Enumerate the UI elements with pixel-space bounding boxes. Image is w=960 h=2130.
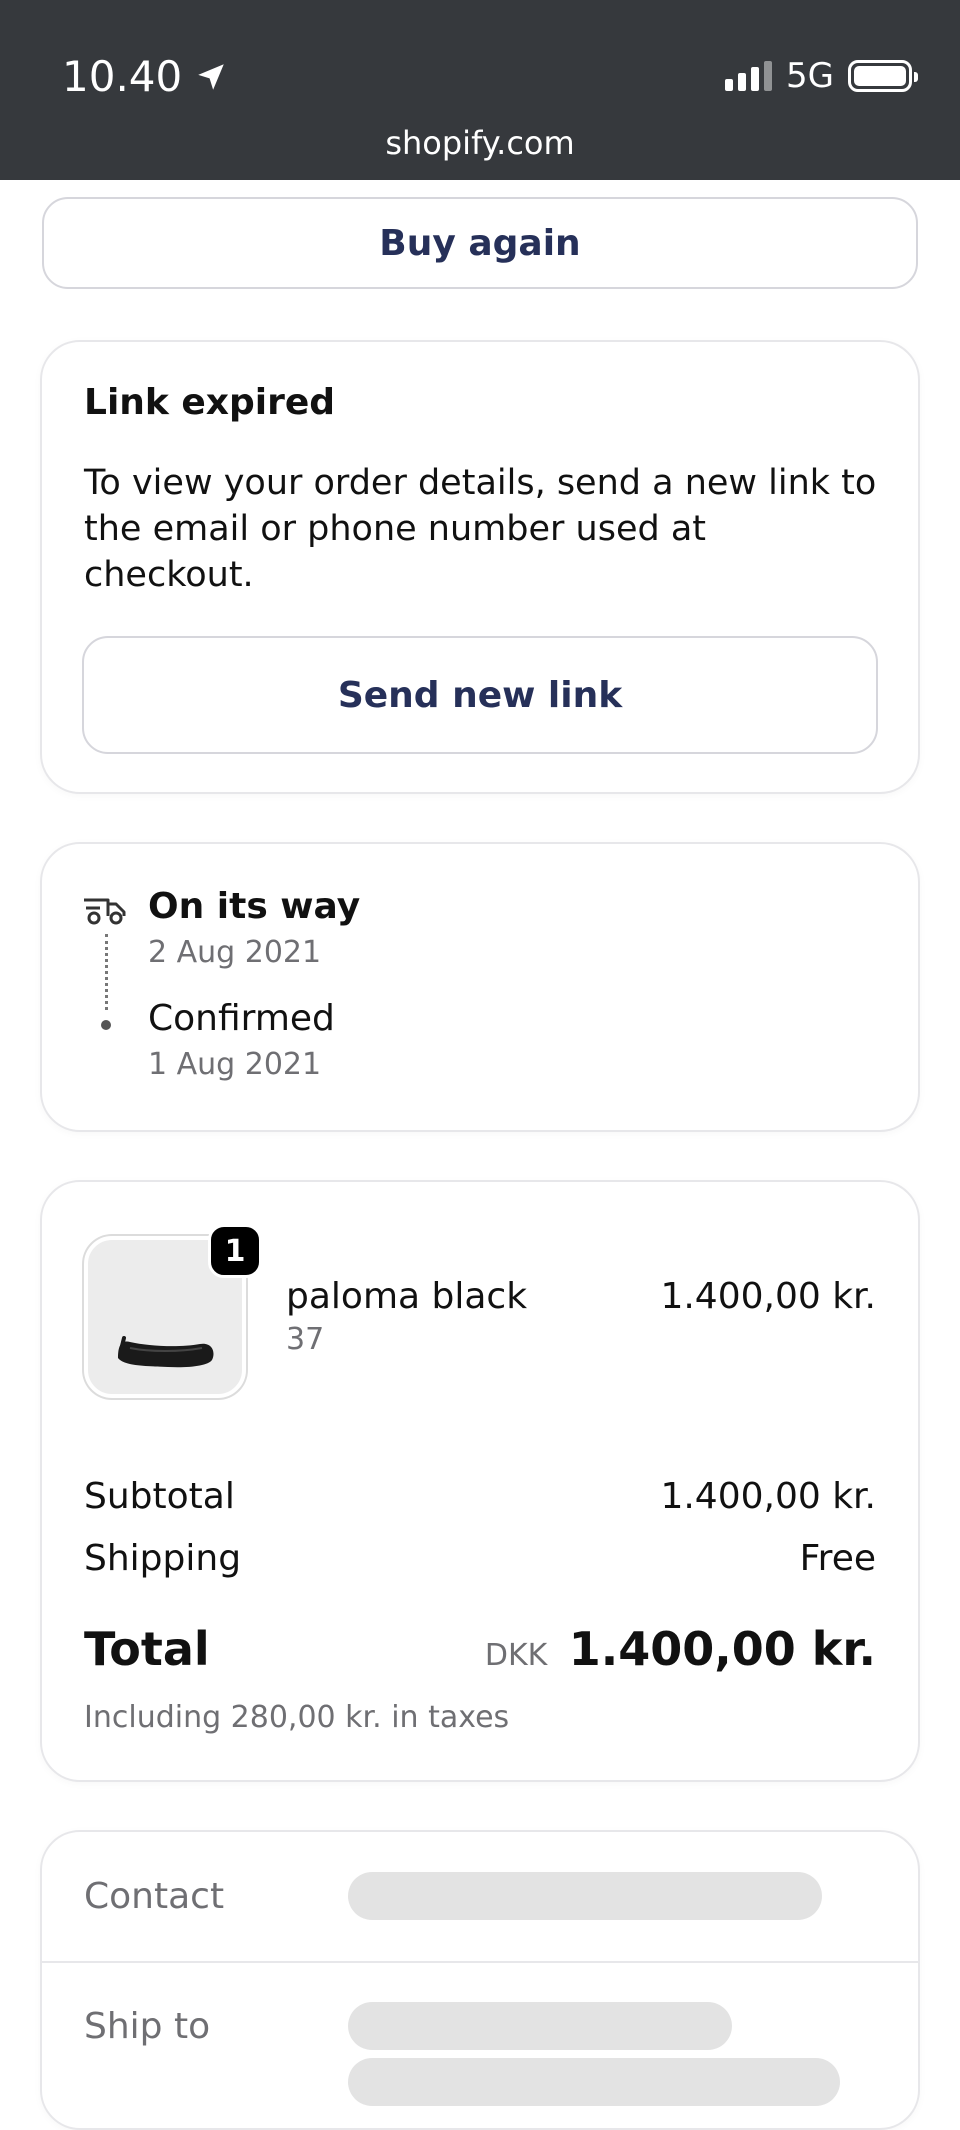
contact-placeholder — [348, 1872, 822, 1920]
tracking-step-on-its-way: On its way 2 Aug 2021 — [148, 886, 360, 970]
status-time: 10.40 — [62, 52, 228, 101]
status-indicators: 5G — [725, 56, 918, 96]
ship-to-placeholder — [348, 2002, 732, 2050]
status-bar: 10.40 5G shopify.com — [0, 0, 960, 180]
tax-note: Including 280,00 kr. in taxes — [84, 1700, 510, 1735]
ship-to-placeholder-2 — [348, 2058, 840, 2106]
currency-code: DKK — [484, 1638, 548, 1673]
send-new-link-label: Send new link — [337, 674, 623, 716]
product-price: 1.400,00 kr. — [660, 1276, 876, 1317]
network-label: 5G — [786, 56, 834, 96]
order-summary-card: 1 paloma black 37 1.400,00 kr. Subtotal … — [40, 1180, 920, 1782]
tracking-step-confirmed: Confirmed 1 Aug 2021 — [148, 998, 335, 1082]
total-row: Total DKK 1.400,00 kr. — [84, 1622, 876, 1676]
customer-details-card: Contact Ship to — [40, 1830, 920, 2130]
url-bar[interactable]: shopify.com — [0, 124, 960, 162]
tracking-status: Confirmed — [148, 998, 335, 1039]
signal-icon — [725, 61, 773, 91]
buy-again-label: Buy again — [379, 222, 581, 264]
total-label: Total — [84, 1622, 210, 1676]
product-variant: 37 — [286, 1322, 325, 1357]
shipping-label: Shipping — [84, 1538, 242, 1579]
timeline-line — [105, 934, 108, 1010]
shipping-value: Free — [799, 1538, 876, 1579]
timeline-dot — [101, 1020, 111, 1030]
subtotal-row: Subtotal 1.400,00 kr. — [84, 1476, 876, 1517]
ship-to-label: Ship to — [84, 2006, 211, 2047]
delivery-truck-icon — [84, 898, 126, 925]
total-value: 1.400,00 kr. — [568, 1622, 876, 1676]
divider — [42, 1961, 918, 1963]
link-expired-title: Link expired — [84, 382, 336, 423]
tracking-date: 1 Aug 2021 — [148, 1047, 322, 1082]
buy-again-button[interactable]: Buy again — [42, 197, 918, 289]
contact-label: Contact — [84, 1876, 225, 1917]
tracking-date: 2 Aug 2021 — [148, 935, 322, 970]
tracking-status: On its way — [148, 886, 361, 927]
send-new-link-button[interactable]: Send new link — [82, 636, 878, 754]
product-name: paloma black — [286, 1276, 528, 1317]
link-expired-card: Link expired To view your order details,… — [40, 340, 920, 794]
tracking-card: On its way 2 Aug 2021 Confirmed 1 Aug 20… — [40, 842, 920, 1132]
subtotal-value: 1.400,00 kr. — [660, 1476, 876, 1517]
shipping-row: Shipping Free — [84, 1538, 876, 1579]
total-amount: DKK 1.400,00 kr. — [485, 1622, 876, 1676]
battery-icon — [848, 60, 918, 92]
subtotal-label: Subtotal — [84, 1476, 235, 1517]
clock-text: 10.40 — [62, 52, 183, 101]
quantity-badge: 1 — [208, 1224, 262, 1278]
link-expired-body: To view your order details, send a new l… — [84, 463, 877, 595]
location-arrow-icon — [198, 63, 224, 90]
